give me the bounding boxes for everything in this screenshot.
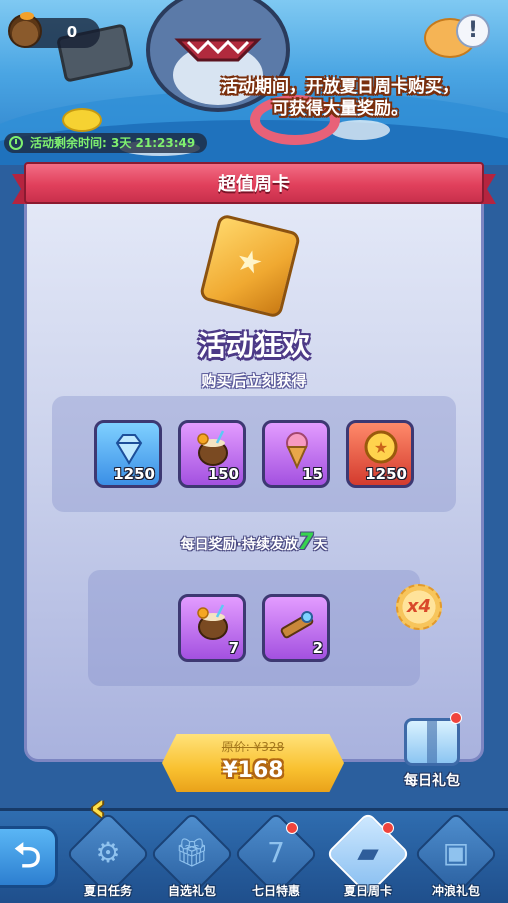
back-button[interactable]: ⮌	[0, 826, 58, 888]
tab-summer-tasks[interactable]: ⚙ 夏日任务	[65, 811, 151, 902]
daily-days-count: 7	[298, 530, 314, 555]
reward-qty: 1250	[113, 465, 155, 483]
daily-reward-label: 每日奖励·持续发放7天	[0, 530, 508, 555]
notice-line-2: 可获得大量奖励。	[272, 99, 408, 119]
reward-qty: 7	[228, 639, 239, 657]
task-icon: ⚙	[95, 836, 121, 869]
reward-qty: 2	[312, 639, 323, 657]
gift-icon: 🎁︎	[174, 836, 210, 869]
gift-chest-icon	[404, 718, 460, 766]
panel-title: 超值周卡	[218, 174, 290, 195]
multiplier-badge: x4	[396, 584, 442, 630]
tab-summer-weekly-card[interactable]: ▰ 夏日周卡	[325, 811, 411, 902]
currency-counter: 0	[8, 12, 100, 48]
event-title: 活动狂欢	[197, 329, 310, 362]
daily-gift-button[interactable]: 每日礼包	[396, 712, 468, 792]
daily-item-coconut[interactable]: 7	[178, 594, 246, 662]
coconut-drink-icon	[8, 12, 42, 48]
notification-dot	[450, 712, 462, 724]
tab-surf-gift[interactable]: ▣ 冲浪礼包	[413, 811, 499, 902]
daily-label-prefix: 每日奖励·持续发放	[180, 537, 298, 553]
instant-reward-label: 购买后立刻获得	[201, 372, 307, 390]
coconut-drink-icon	[197, 430, 228, 466]
notice-line-1: 活动期间，开放夏日周卡购买，	[221, 77, 459, 97]
daily-rewards-box	[88, 570, 420, 686]
tab-label: 夏日任务	[83, 884, 132, 898]
original-price: 原价: ¥328	[221, 740, 285, 754]
timer-label: 活动剩余时间:	[30, 136, 107, 150]
tab-label: 夏日周卡	[343, 884, 392, 898]
coconut-drink-icon	[197, 604, 228, 640]
reward-qty: 15	[302, 465, 323, 483]
daily-gift-label: 每日礼包	[404, 773, 460, 789]
blue-diamond-icon	[115, 434, 143, 465]
clock-icon	[9, 136, 23, 150]
tab-custom-gift[interactable]: 🎁︎ 自选礼包	[149, 811, 235, 902]
reward-qty: 150	[207, 465, 239, 483]
tab-seven-day-deal[interactable]: 7 七日特惠	[233, 811, 319, 902]
ticket-icon: ▰	[357, 836, 379, 869]
event-timer: 活动剩余时间: 3天 21:23:49	[4, 133, 208, 153]
tab-label: 自选礼包	[167, 884, 216, 898]
info-alert-button[interactable]: !	[456, 14, 490, 48]
currency-value: 0	[66, 23, 78, 41]
tab-label: 七日特惠	[251, 884, 300, 898]
surf-gift-icon: ▣	[442, 836, 470, 869]
rubber-duck-art	[62, 108, 102, 132]
reward-item-diamond[interactable]: 1250	[94, 420, 162, 488]
current-price: ¥168	[222, 758, 284, 783]
reward-item-gold-medal[interactable]: ★ 1250	[346, 420, 414, 488]
reward-item-coconut[interactable]: 150	[178, 420, 246, 488]
svg-text:★: ★	[374, 438, 388, 457]
event-notice: 活动期间，开放夏日周卡购买， 可获得大量奖励。	[180, 76, 500, 120]
back-arrow-icon: ⮌	[13, 836, 42, 876]
purchase-button[interactable]: 原价: ¥328 ¥168	[162, 734, 344, 792]
notification-dot	[286, 822, 298, 834]
timer-value: 3天 21:23:49	[111, 136, 196, 150]
notification-dot	[382, 822, 394, 834]
gold-medal-icon: ★	[364, 430, 398, 464]
reward-qty: 1250	[365, 465, 407, 483]
daily-item-spyglass[interactable]: 2	[262, 594, 330, 662]
reward-item-ice-cream[interactable]: 15	[262, 420, 330, 488]
title-ribbon: 超值周卡	[12, 158, 496, 208]
daily-label-suffix: 天	[313, 537, 328, 553]
tab-label: 冲浪礼包	[431, 884, 480, 898]
seven-day-icon: 7	[267, 836, 285, 869]
